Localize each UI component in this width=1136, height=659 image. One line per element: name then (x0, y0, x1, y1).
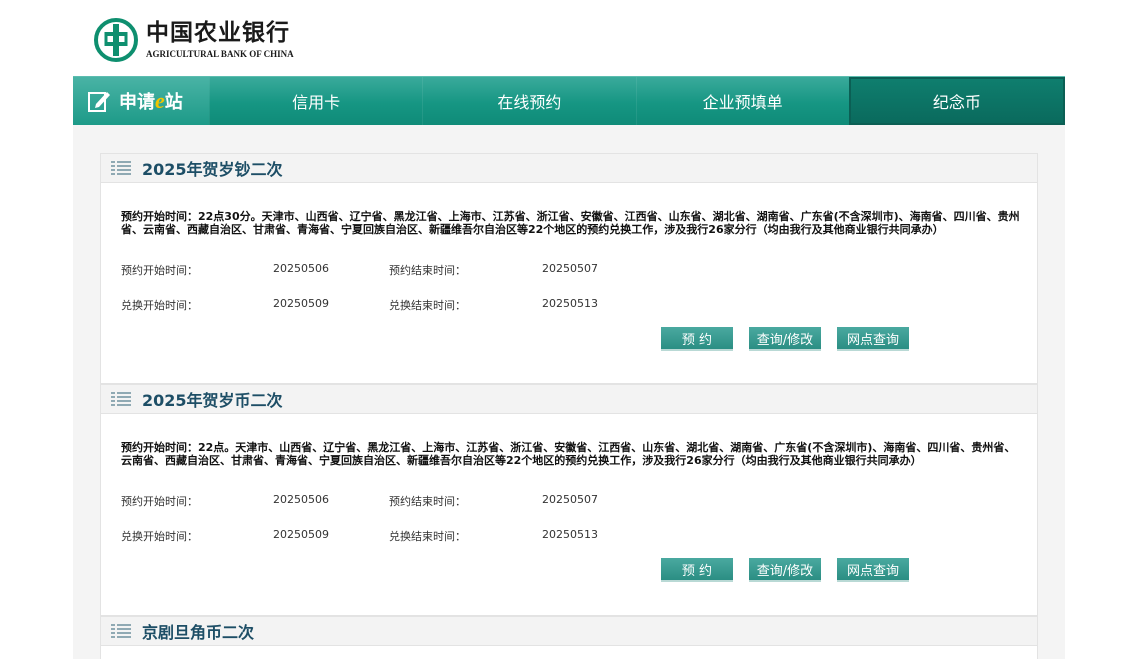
edit-form-icon (88, 92, 110, 112)
exchange-start-value: 20250509 (273, 528, 329, 541)
exchange-start-label: 兑换开始时间： (121, 299, 198, 312)
reserve-end-label: 预约结束时间： (389, 264, 466, 277)
reserve-start-value: 20250506 (273, 493, 329, 506)
section-description: 预约开始时间：22点。天津市、山西省、辽宁省、黑龙江省、上海市、江苏省、浙江省、… (121, 441, 1016, 467)
section-header: 2025年贺岁币二次 (101, 385, 1037, 414)
query-modify-button[interactable]: 查询/修改 (749, 558, 821, 582)
nav-brand-label: 申请e站 (119, 88, 183, 113)
section-title: 京剧旦角币二次 (142, 623, 255, 642)
coin-section-2: 2025年贺岁币二次 预约开始时间：22点。天津市、山西省、辽宁省、黑龙江省、上… (100, 384, 1038, 616)
section-title: 2025年贺岁币二次 (142, 391, 283, 410)
branch-query-button[interactable]: 网点查询 (837, 558, 909, 582)
tab-enterprise-prefill[interactable]: 企业预填单 (635, 77, 849, 125)
branch-query-button[interactable]: 网点查询 (837, 327, 909, 351)
list-icon (111, 624, 131, 638)
tab-credit-card[interactable]: 信用卡 (209, 77, 422, 125)
logo-english-name: AGRICULTURAL BANK OF CHINA (146, 49, 294, 59)
reserve-start-value: 20250506 (273, 262, 329, 275)
nav-brand[interactable]: 申请e站 (73, 77, 209, 125)
exchange-end-label: 兑换结束时间： (389, 299, 466, 312)
main-nav: 申请e站 信用卡 在线预约 企业预填单 纪念币 (73, 76, 1065, 125)
reserve-end-value: 20250507 (542, 493, 598, 506)
abc-logo-icon (94, 18, 138, 62)
section-header: 京剧旦角币二次 (101, 617, 1037, 646)
abc-logo[interactable]: 中国农业银行 AGRICULTURAL BANK OF CHINA (94, 17, 294, 63)
coin-section-1: 2025年贺岁钞二次 预约开始时间：22点30分。天津市、山西省、辽宁省、黑龙江… (100, 153, 1038, 384)
reserve-button[interactable]: 预 约 (661, 327, 733, 351)
reserve-start-label: 预约开始时间： (121, 495, 198, 508)
exchange-start-value: 20250509 (273, 297, 329, 310)
reserve-button[interactable]: 预 约 (661, 558, 733, 582)
exchange-end-value: 20250513 (542, 528, 598, 541)
list-icon (111, 392, 131, 406)
tab-commemorative-coin[interactable]: 纪念币 (848, 77, 1065, 125)
exchange-end-label: 兑换结束时间： (389, 530, 466, 543)
section-title: 2025年贺岁钞二次 (142, 160, 283, 179)
reserve-end-label: 预约结束时间： (389, 495, 466, 508)
section-description: 预约开始时间：22点30分。天津市、山西省、辽宁省、黑龙江省、上海市、江苏省、浙… (121, 210, 1020, 236)
section-header: 2025年贺岁钞二次 (101, 154, 1037, 183)
list-icon (111, 161, 131, 175)
coin-section-3: 京剧旦角币二次 (100, 616, 1038, 659)
query-modify-button[interactable]: 查询/修改 (749, 327, 821, 351)
tab-online-reservation[interactable]: 在线预约 (422, 77, 635, 125)
reserve-start-label: 预约开始时间： (121, 264, 198, 277)
exchange-start-label: 兑换开始时间： (121, 530, 198, 543)
exchange-end-value: 20250513 (542, 297, 598, 310)
reserve-end-value: 20250507 (542, 262, 598, 275)
logo-chinese-name: 中国农业银行 (146, 19, 290, 46)
